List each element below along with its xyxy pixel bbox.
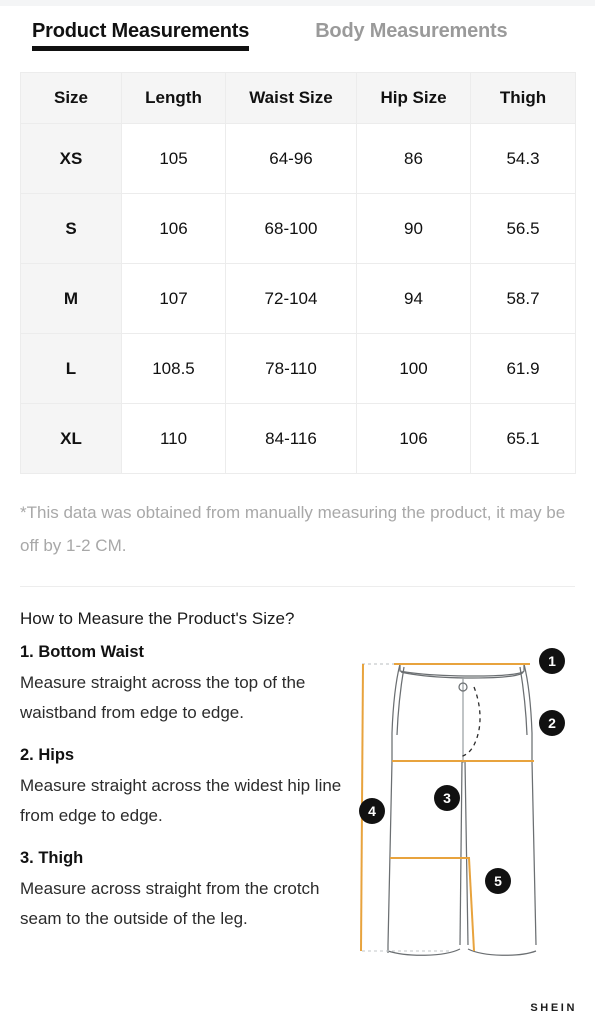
cell-length: 107 xyxy=(121,263,226,334)
cell-length: 105 xyxy=(121,123,226,194)
cell-thigh: 65.1 xyxy=(470,403,576,474)
badge-3-label: 3 xyxy=(443,790,451,806)
badge-1-label: 1 xyxy=(548,653,556,669)
measurement-tabs: Product Measurements Body Measurements xyxy=(0,6,595,64)
cell-thigh: 56.5 xyxy=(470,193,576,264)
measurement-disclaimer: *This data was obtained from manually me… xyxy=(20,503,566,555)
tab-product-measurements-label: Product Measurements xyxy=(32,20,250,42)
badge-3: 3 xyxy=(434,785,460,811)
cell-size: M xyxy=(20,263,122,334)
badge-5: 5 xyxy=(485,868,511,894)
cell-size: XS xyxy=(20,123,122,194)
tab-body-measurements[interactable]: Body Measurements xyxy=(315,20,507,51)
tab-body-measurements-label: Body Measurements xyxy=(315,20,508,42)
step-1-title: 1. Bottom Waist xyxy=(20,643,145,661)
column-header-hip: Hip Size xyxy=(356,72,471,124)
cell-length: 110 xyxy=(121,403,226,474)
tab-active-underline xyxy=(32,46,250,51)
cell-size: L xyxy=(20,333,122,404)
table-row: L 108.5 78-110 100 61.9 xyxy=(20,333,576,404)
column-header-thigh: Thigh xyxy=(470,72,576,124)
step-3-text: Measure across straight from the crotch … xyxy=(20,879,320,928)
column-header-waist: Waist Size xyxy=(225,72,357,124)
column-header-size: Size xyxy=(20,72,122,124)
cell-waist: 84-116 xyxy=(225,403,357,474)
cell-thigh: 58.7 xyxy=(470,263,576,334)
cell-waist: 64-96 xyxy=(225,123,357,194)
badge-2: 2 xyxy=(539,710,565,736)
badge-4: 4 xyxy=(359,798,385,824)
step-3-title: 3. Thigh xyxy=(20,849,84,867)
pants-outline-icon xyxy=(387,663,537,956)
cell-thigh: 61.9 xyxy=(470,333,576,404)
cell-waist: 72-104 xyxy=(225,263,357,334)
cell-hip: 90 xyxy=(356,193,471,264)
cell-length: 108.5 xyxy=(121,333,226,404)
cell-hip: 106 xyxy=(356,403,471,474)
size-table: Size Length Waist Size Hip Size Thigh XS… xyxy=(20,72,576,474)
how-to-measure-title: How to Measure the Product's Size? xyxy=(20,609,295,628)
cell-hip: 94 xyxy=(356,263,471,334)
shein-brand-logo: SHEIN xyxy=(530,1002,577,1014)
measure-line-5-inseam xyxy=(468,857,475,952)
step-2-title: 2. Hips xyxy=(20,746,75,764)
table-row: M 107 72-104 94 58.7 xyxy=(20,263,576,334)
cell-hip: 100 xyxy=(356,333,471,404)
cell-waist: 68-100 xyxy=(225,193,357,264)
how-to-measure-section: 1. Bottom Waist Measure straight across … xyxy=(0,643,595,1023)
column-header-length: Length xyxy=(121,72,226,124)
table-row: XS 105 64-96 86 54.3 xyxy=(20,123,576,194)
cell-length: 106 xyxy=(121,193,226,264)
badge-5-label: 5 xyxy=(494,873,502,889)
section-divider xyxy=(20,586,575,587)
cell-thigh: 54.3 xyxy=(470,123,576,194)
step-1-text: Measure straight across the top of the w… xyxy=(20,673,306,722)
measure-steps-list: 1. Bottom Waist Measure straight across … xyxy=(0,643,350,934)
pants-measurement-diagram: 1 2 3 4 5 xyxy=(352,635,595,1015)
badge-2-label: 2 xyxy=(548,715,556,731)
cell-size: S xyxy=(20,193,122,264)
size-table-body: XS 105 64-96 86 54.3 S 106 68-100 90 56.… xyxy=(20,123,576,474)
step-2-text: Measure straight across the widest hip l… xyxy=(20,776,342,825)
tab-product-measurements[interactable]: Product Measurements xyxy=(32,20,249,51)
table-row: XL 110 84-116 106 65.1 xyxy=(20,403,576,474)
cell-waist: 78-110 xyxy=(225,333,357,404)
badge-4-label: 4 xyxy=(368,803,376,819)
cell-size: XL xyxy=(20,403,122,474)
table-row: S 106 68-100 90 56.5 xyxy=(20,193,576,264)
table-header-row: Size Length Waist Size Hip Size Thigh xyxy=(20,72,576,124)
badge-1: 1 xyxy=(539,648,565,674)
size-table-head: Size Length Waist Size Hip Size Thigh xyxy=(20,72,576,124)
cell-hip: 86 xyxy=(356,123,471,194)
size-table-container: Size Length Waist Size Hip Size Thigh XS… xyxy=(20,72,576,474)
